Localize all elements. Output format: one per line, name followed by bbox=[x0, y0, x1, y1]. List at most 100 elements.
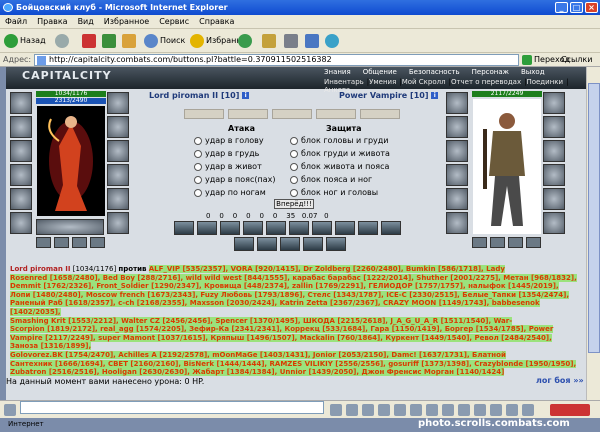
chat-toggle-icon[interactable] bbox=[4, 404, 16, 416]
refresh-button[interactable] bbox=[102, 32, 118, 50]
scroll-slot-1[interactable] bbox=[184, 109, 224, 119]
enemy-info-icon[interactable]: i bbox=[431, 92, 439, 99]
menu-tools[interactable]: Сервис bbox=[154, 15, 194, 29]
chat-sound-icon[interactable] bbox=[442, 404, 454, 416]
skill-9[interactable] bbox=[358, 221, 378, 235]
stop-button[interactable] bbox=[82, 32, 98, 50]
nav-transfers[interactable]: Отчет о переводах bbox=[451, 78, 521, 86]
print-button[interactable] bbox=[284, 32, 300, 50]
edit-button[interactable] bbox=[305, 32, 321, 50]
menu-edit[interactable]: Правка bbox=[32, 15, 72, 29]
slot-pants[interactable] bbox=[107, 164, 129, 186]
block-option-1[interactable]: блок головы и груди bbox=[290, 136, 388, 146]
mail-button[interactable] bbox=[262, 32, 278, 50]
scrollbar-thumb[interactable] bbox=[588, 83, 600, 353]
chat-people-icon[interactable] bbox=[506, 404, 518, 416]
attack-option-chest[interactable]: удар в грудь bbox=[194, 149, 259, 159]
nav-duels[interactable]: Поединки bbox=[526, 78, 563, 86]
forward-attack-button[interactable]: Вперёд!!! bbox=[274, 199, 314, 209]
attack-option-head[interactable]: удар в голову bbox=[194, 136, 264, 146]
menu-help[interactable]: Справка bbox=[194, 15, 239, 29]
attack-option-belly[interactable]: удар в живот bbox=[194, 162, 262, 172]
address-input[interactable]: http://capitalcity.combats.com/buttons.p… bbox=[34, 54, 519, 66]
slot-armor[interactable] bbox=[10, 164, 32, 186]
belt-3[interactable] bbox=[72, 237, 87, 248]
skill-10[interactable] bbox=[381, 221, 401, 235]
chat-translit-icon[interactable] bbox=[410, 404, 422, 416]
scroll-slot-4[interactable] bbox=[316, 109, 356, 119]
skill-4[interactable] bbox=[243, 221, 263, 235]
chat-send-icon[interactable] bbox=[330, 404, 342, 416]
skill-14[interactable] bbox=[303, 237, 323, 251]
attack-option-groin[interactable]: удар в пояс(пах) bbox=[194, 175, 276, 185]
attack-option-legs[interactable]: удар по ногам bbox=[194, 188, 266, 198]
nav-character[interactable]: Персонаж bbox=[472, 68, 509, 76]
skill-11[interactable] bbox=[234, 237, 254, 251]
block-option-5[interactable]: блок ног и головы bbox=[290, 188, 378, 198]
forward-nav-button[interactable] bbox=[55, 32, 71, 50]
slot-belt[interactable] bbox=[10, 188, 32, 210]
battle-log-link[interactable]: лог боя »» bbox=[536, 376, 584, 385]
skill-12[interactable] bbox=[257, 237, 277, 251]
slot-shield[interactable] bbox=[107, 140, 129, 162]
skill-2[interactable] bbox=[197, 221, 217, 235]
skill-7[interactable] bbox=[312, 221, 332, 235]
skill-8[interactable] bbox=[335, 221, 355, 235]
skill-6[interactable] bbox=[289, 221, 309, 235]
belt-4[interactable] bbox=[90, 237, 105, 248]
nav-security[interactable]: Безопасность bbox=[409, 68, 460, 76]
back-button[interactable]: Назад bbox=[4, 32, 46, 50]
slot-ring[interactable] bbox=[10, 212, 32, 234]
scroll-slot-2[interactable] bbox=[228, 109, 268, 119]
belt-1[interactable] bbox=[36, 237, 51, 248]
history-button[interactable] bbox=[238, 32, 254, 50]
nav-scroll[interactable]: Мой Скролл bbox=[402, 78, 446, 86]
nav-exit[interactable]: Выход bbox=[521, 68, 545, 76]
home-button[interactable] bbox=[122, 32, 138, 50]
slot-weapon[interactable] bbox=[10, 140, 32, 162]
block-option-2[interactable]: блок груди и живота bbox=[290, 149, 390, 159]
chat-log-icon[interactable] bbox=[426, 404, 438, 416]
slot-earring[interactable] bbox=[107, 92, 129, 114]
links-button[interactable]: Ссылки bbox=[561, 55, 592, 64]
scroll-slot-5[interactable] bbox=[360, 109, 400, 119]
chat-clear-icon[interactable] bbox=[346, 404, 358, 416]
skill-3[interactable] bbox=[220, 221, 240, 235]
belt-2[interactable] bbox=[54, 237, 69, 248]
log-self-name[interactable]: Lord piroman II bbox=[10, 265, 71, 273]
minimize-button[interactable]: _ bbox=[555, 2, 568, 13]
chat-filter-icon[interactable] bbox=[378, 404, 390, 416]
close-button[interactable]: × bbox=[585, 2, 598, 13]
chat-mode-icon[interactable] bbox=[474, 404, 486, 416]
block-option-4[interactable]: блок пояса и ног bbox=[290, 175, 372, 185]
skill-1[interactable] bbox=[174, 221, 194, 235]
scroll-slot-3[interactable] bbox=[272, 109, 312, 119]
chat-smile-icon[interactable] bbox=[362, 404, 374, 416]
search-button[interactable]: Поиск bbox=[144, 32, 185, 50]
menu-view[interactable]: Вид bbox=[73, 15, 99, 29]
nav-chat[interactable]: Общение bbox=[363, 68, 397, 76]
nav-inventory[interactable]: Инвентарь bbox=[324, 78, 364, 86]
chat-input[interactable] bbox=[20, 401, 324, 414]
player-info-icon[interactable]: i bbox=[242, 92, 250, 99]
menu-favorites[interactable]: Избранное bbox=[99, 15, 154, 29]
maximize-button[interactable]: □ bbox=[570, 2, 583, 13]
skill-5[interactable] bbox=[266, 221, 286, 235]
nav-knowledge[interactable]: Знания bbox=[324, 68, 351, 76]
skill-13[interactable] bbox=[280, 237, 300, 251]
skill-15[interactable] bbox=[326, 237, 346, 251]
slot-ring2[interactable] bbox=[107, 212, 129, 234]
page-scrollbar[interactable] bbox=[586, 67, 600, 400]
chat-settings-icon[interactable] bbox=[394, 404, 406, 416]
messenger-button[interactable] bbox=[325, 32, 341, 50]
slot-gloves[interactable] bbox=[107, 116, 129, 138]
chat-info-icon[interactable] bbox=[522, 404, 534, 416]
slot-helmet[interactable] bbox=[10, 92, 32, 114]
chat-private-icon[interactable] bbox=[458, 404, 470, 416]
block-option-3[interactable]: блок живота и пояса bbox=[290, 162, 389, 172]
slot-amulet[interactable] bbox=[10, 116, 32, 138]
menu-file[interactable]: Файл bbox=[0, 15, 32, 29]
player-extra-slots[interactable] bbox=[36, 219, 104, 235]
nav-skills[interactable]: Умения bbox=[369, 78, 396, 86]
chat-user-icon[interactable] bbox=[490, 404, 502, 416]
